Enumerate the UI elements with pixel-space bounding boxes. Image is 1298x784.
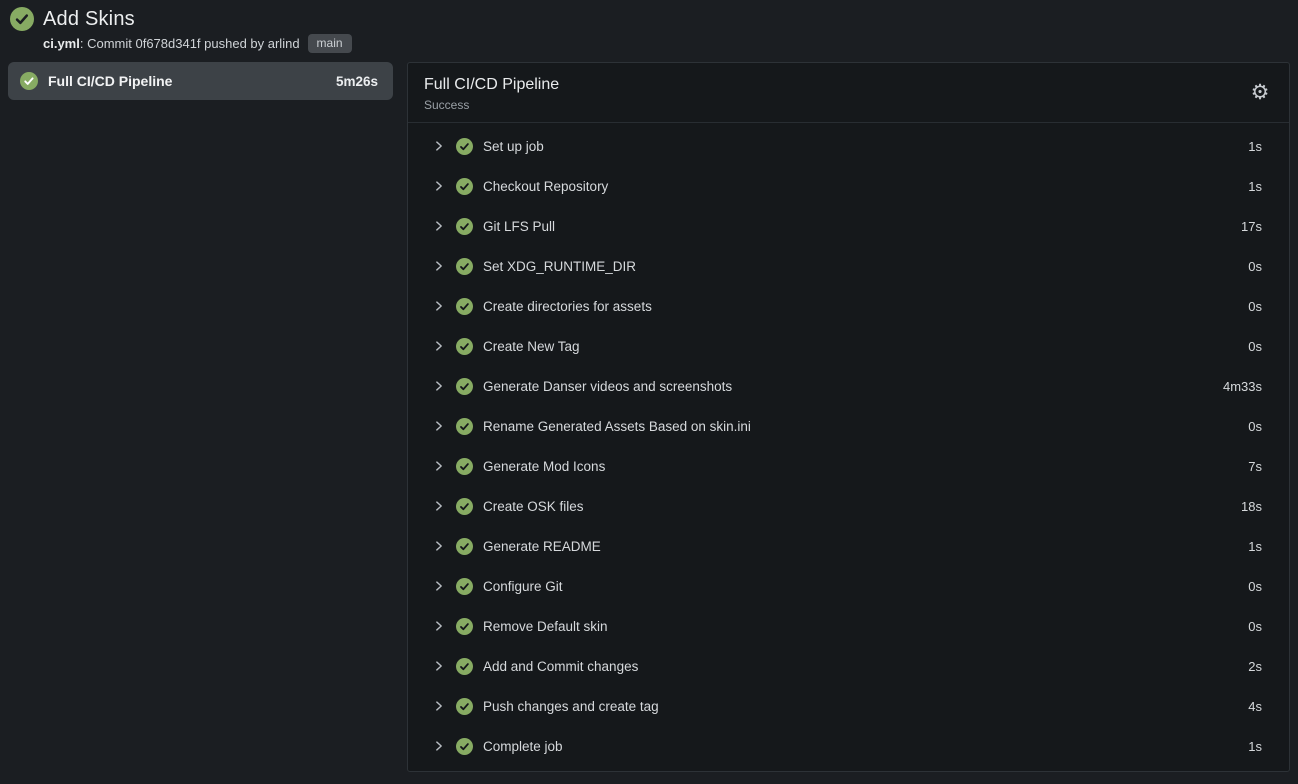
step-row[interactable]: Rename Generated Assets Based on skin.in… bbox=[408, 406, 1289, 446]
workflow-file-name: ci.yml bbox=[43, 36, 80, 51]
jobs-sidebar: Full CI/CD Pipeline 5m26s bbox=[8, 62, 393, 100]
step-name: Create directories for assets bbox=[483, 299, 652, 314]
step-duration: 18s bbox=[1241, 499, 1262, 514]
step-name: Remove Default skin bbox=[483, 619, 608, 634]
step-duration: 17s bbox=[1241, 219, 1262, 234]
step-success-icon bbox=[456, 458, 473, 475]
step-duration: 2s bbox=[1248, 659, 1262, 674]
step-success-icon bbox=[456, 338, 473, 355]
run-success-icon bbox=[10, 7, 34, 31]
step-success-icon bbox=[456, 498, 473, 515]
chevron-right-icon[interactable] bbox=[432, 259, 446, 273]
step-name: Complete job bbox=[483, 739, 563, 754]
step-name: Git LFS Pull bbox=[483, 219, 555, 234]
commit-info: : Commit 0f678d341f pushed by arlind bbox=[80, 36, 300, 51]
step-success-icon bbox=[456, 738, 473, 755]
step-name: Rename Generated Assets Based on skin.in… bbox=[483, 419, 751, 434]
step-duration: 4m33s bbox=[1223, 379, 1262, 394]
step-duration: 4s bbox=[1248, 699, 1262, 714]
chevron-right-icon[interactable] bbox=[432, 179, 446, 193]
step-row[interactable]: Push changes and create tag 4s bbox=[408, 686, 1289, 726]
step-row[interactable]: Generate Mod Icons 7s bbox=[408, 446, 1289, 486]
step-row[interactable]: Set XDG_RUNTIME_DIR 0s bbox=[408, 246, 1289, 286]
step-success-icon bbox=[456, 258, 473, 275]
step-duration: 0s bbox=[1248, 259, 1262, 274]
step-row[interactable]: Create OSK files 18s bbox=[408, 486, 1289, 526]
step-row[interactable]: Remove Default skin 0s bbox=[408, 606, 1289, 646]
step-success-icon bbox=[456, 378, 473, 395]
sidebar-job-item[interactable]: Full CI/CD Pipeline 5m26s bbox=[8, 62, 393, 100]
step-name: Configure Git bbox=[483, 579, 563, 594]
chevron-right-icon[interactable] bbox=[432, 339, 446, 353]
page-title: Add Skins bbox=[43, 8, 135, 31]
step-row[interactable]: Configure Git 0s bbox=[408, 566, 1289, 606]
branch-badge[interactable]: main bbox=[308, 34, 352, 53]
step-row[interactable]: Complete job 1s bbox=[408, 726, 1289, 766]
steps-list: Set up job 1s Checkout Repository 1s bbox=[408, 123, 1289, 766]
step-success-icon bbox=[456, 698, 473, 715]
step-duration: 7s bbox=[1248, 459, 1262, 474]
step-name: Add and Commit changes bbox=[483, 659, 638, 674]
chevron-right-icon[interactable] bbox=[432, 139, 446, 153]
step-success-icon bbox=[456, 178, 473, 195]
chevron-right-icon[interactable] bbox=[432, 659, 446, 673]
chevron-right-icon[interactable] bbox=[432, 619, 446, 633]
job-detail-header: Full CI/CD Pipeline Success ⚙︎ bbox=[408, 63, 1289, 123]
step-success-icon bbox=[456, 138, 473, 155]
chevron-right-icon[interactable] bbox=[432, 739, 446, 753]
step-duration: 0s bbox=[1248, 619, 1262, 634]
gear-icon[interactable]: ⚙︎ bbox=[1247, 79, 1273, 105]
step-row[interactable]: Set up job 1s bbox=[408, 126, 1289, 166]
chevron-right-icon[interactable] bbox=[432, 539, 446, 553]
run-subtitle: ci.yml: Commit 0f678d341f pushed by arli… bbox=[43, 34, 1288, 53]
step-row[interactable]: Add and Commit changes 2s bbox=[408, 646, 1289, 686]
chevron-right-icon[interactable] bbox=[432, 299, 446, 313]
step-row[interactable]: Checkout Repository 1s bbox=[408, 166, 1289, 206]
job-detail-panel: Full CI/CD Pipeline Success ⚙︎ Set up jo… bbox=[407, 62, 1290, 772]
job-success-icon bbox=[20, 72, 38, 90]
step-name: Set XDG_RUNTIME_DIR bbox=[483, 259, 636, 274]
step-duration: 1s bbox=[1248, 739, 1262, 754]
step-row[interactable]: Generate Danser videos and screenshots 4… bbox=[408, 366, 1289, 406]
chevron-right-icon[interactable] bbox=[432, 579, 446, 593]
chevron-right-icon[interactable] bbox=[432, 379, 446, 393]
step-duration: 0s bbox=[1248, 299, 1262, 314]
step-success-icon bbox=[456, 218, 473, 235]
step-name: Create New Tag bbox=[483, 339, 580, 354]
step-row[interactable]: Generate README 1s bbox=[408, 526, 1289, 566]
job-name: Full CI/CD Pipeline bbox=[48, 73, 172, 89]
step-name: Create OSK files bbox=[483, 499, 584, 514]
chevron-right-icon[interactable] bbox=[432, 499, 446, 513]
step-duration: 0s bbox=[1248, 339, 1262, 354]
step-success-icon bbox=[456, 618, 473, 635]
run-header: Add Skins ci.yml: Commit 0f678d341f push… bbox=[0, 0, 1298, 59]
chevron-right-icon[interactable] bbox=[432, 219, 446, 233]
step-row[interactable]: Create directories for assets 0s bbox=[408, 286, 1289, 326]
step-duration: 1s bbox=[1248, 539, 1262, 554]
step-name: Generate Danser videos and screenshots bbox=[483, 379, 732, 394]
step-success-icon bbox=[456, 658, 473, 675]
step-duration: 1s bbox=[1248, 179, 1262, 194]
step-success-icon bbox=[456, 298, 473, 315]
job-duration: 5m26s bbox=[336, 74, 378, 89]
chevron-right-icon[interactable] bbox=[432, 459, 446, 473]
step-duration: 1s bbox=[1248, 139, 1262, 154]
step-name: Generate README bbox=[483, 539, 601, 554]
step-name: Generate Mod Icons bbox=[483, 459, 605, 474]
step-duration: 0s bbox=[1248, 419, 1262, 434]
step-duration: 0s bbox=[1248, 579, 1262, 594]
chevron-right-icon[interactable] bbox=[432, 699, 446, 713]
step-name: Set up job bbox=[483, 139, 544, 154]
chevron-right-icon[interactable] bbox=[432, 419, 446, 433]
job-detail-title: Full CI/CD Pipeline bbox=[424, 76, 1273, 94]
step-name: Push changes and create tag bbox=[483, 699, 659, 714]
step-success-icon bbox=[456, 538, 473, 555]
step-name: Checkout Repository bbox=[483, 179, 608, 194]
step-row[interactable]: Create New Tag 0s bbox=[408, 326, 1289, 366]
job-status-text: Success bbox=[424, 98, 1273, 112]
step-success-icon bbox=[456, 418, 473, 435]
step-row[interactable]: Git LFS Pull 17s bbox=[408, 206, 1289, 246]
step-success-icon bbox=[456, 578, 473, 595]
